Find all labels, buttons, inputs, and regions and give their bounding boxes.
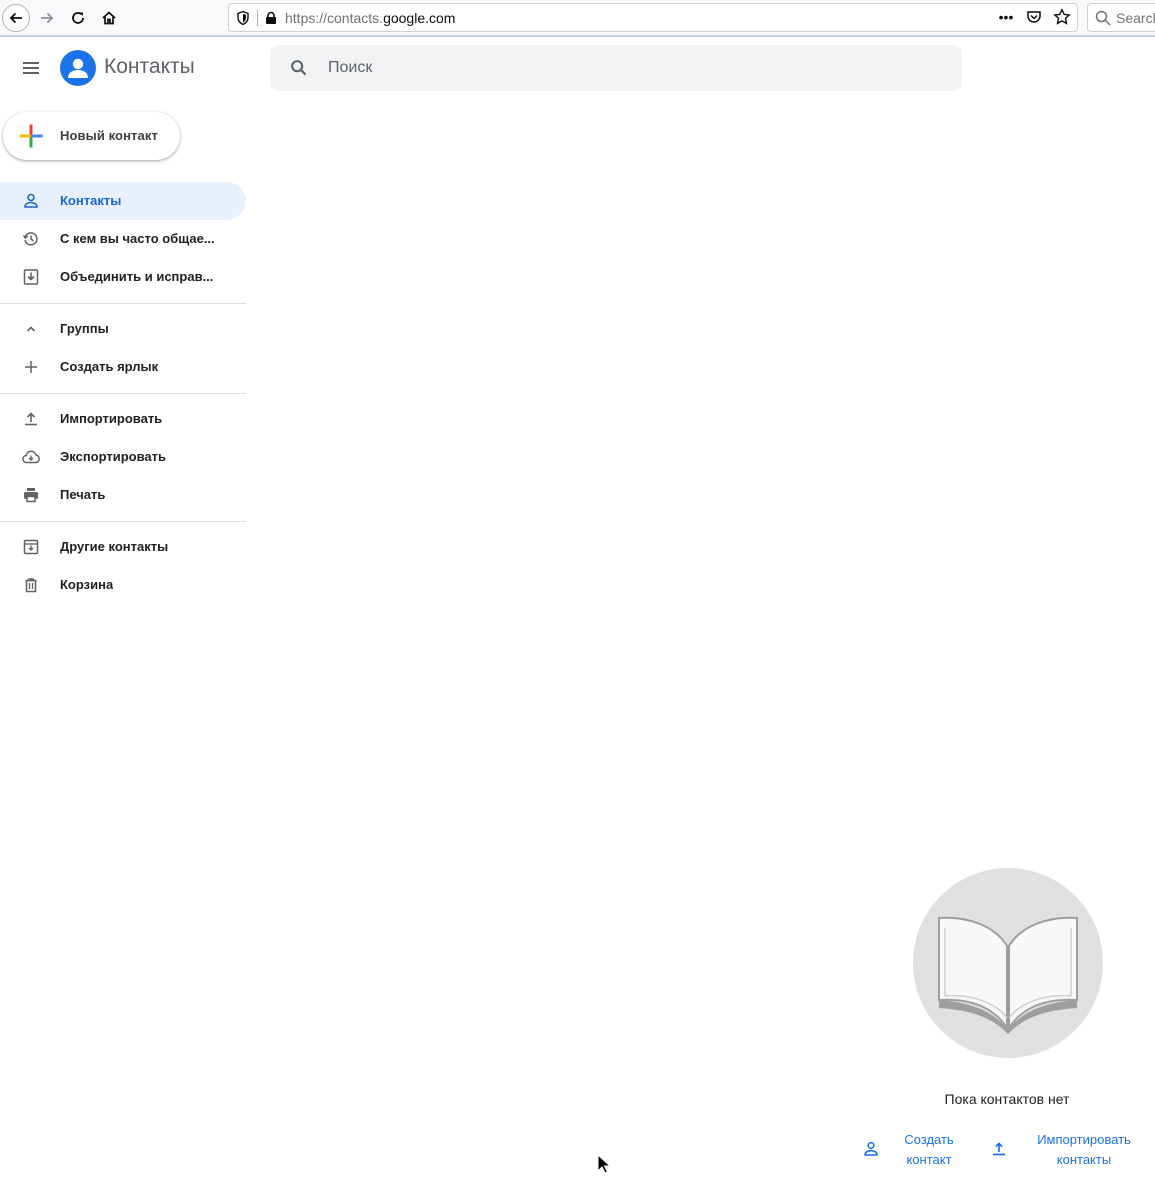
- menu-icon[interactable]: [19, 56, 43, 80]
- history-icon: [22, 232, 38, 246]
- import-contacts-link[interactable]: Импортировать контакты: [990, 1130, 1150, 1170]
- sidebar-divider: [0, 393, 246, 394]
- new-contact-label: Новый контакт: [60, 128, 158, 143]
- sidebar-divider: [0, 303, 246, 304]
- sidebar-item-label: Контакты: [60, 193, 122, 208]
- arrow-right-icon: [41, 12, 54, 24]
- toolbar-accent-line: [0, 36, 1155, 37]
- import-contacts-line2: контакты: [1056, 1152, 1112, 1167]
- search-icon: [291, 60, 307, 76]
- url-prefix: https://contacts.: [285, 9, 384, 26]
- lock-icon[interactable]: [264, 11, 278, 25]
- reload-button[interactable]: [64, 4, 92, 32]
- merge-icon: [23, 269, 39, 285]
- sidebar-item-label: Группы: [60, 321, 109, 336]
- chevron-up-icon: [26, 326, 36, 332]
- sidebar-item-print[interactable]: Печать: [0, 476, 246, 514]
- sidebar-item-import[interactable]: Импортировать: [0, 400, 246, 438]
- cloud-download-icon: [22, 450, 40, 464]
- plus-icon: [25, 361, 37, 373]
- sidebar-item-groups[interactable]: Группы: [0, 310, 246, 348]
- create-contact-label: Создать контакт: [896, 1130, 962, 1170]
- printer-icon: [24, 488, 38, 503]
- sidebar-item-frequent[interactable]: С кем вы часто общае...: [0, 220, 246, 258]
- url-text: https://contacts.google.com: [285, 10, 455, 26]
- browser-search-placeholder: Search: [1116, 9, 1155, 26]
- home-icon: [102, 11, 116, 25]
- create-contact-line1: Создать: [904, 1132, 954, 1147]
- sidebar-item-label: Экспортировать: [60, 449, 167, 464]
- sidebar-item-label: Другие контакты: [60, 539, 169, 554]
- new-contact-button[interactable]: Новый контакт: [3, 112, 180, 160]
- url-domain: google.com: [383, 9, 456, 26]
- app-title: Контакты: [104, 55, 195, 78]
- person-icon: [864, 1141, 878, 1156]
- search-placeholder: Поиск: [328, 59, 373, 76]
- mouse-cursor-icon: [597, 1154, 611, 1174]
- upload-icon: [25, 412, 37, 426]
- sidebar-item-export[interactable]: Экспортировать: [0, 438, 246, 476]
- shield-icon[interactable]: [235, 10, 251, 26]
- sidebar-item-label: Создать ярлык: [60, 359, 159, 374]
- search-icon: [1095, 10, 1111, 26]
- url-separator: [257, 9, 258, 26]
- empty-illustration: [913, 868, 1103, 1058]
- sidebar-item-trash[interactable]: Корзина: [0, 566, 246, 604]
- import-contacts-line1: Импортировать: [1037, 1132, 1131, 1147]
- archive-icon: [23, 539, 39, 555]
- pocket-icon[interactable]: [1025, 7, 1043, 27]
- upload-icon: [993, 1142, 1005, 1156]
- contacts-search-field[interactable]: Поиск: [270, 45, 962, 91]
- sidebar-item-label: Импортировать: [60, 411, 163, 426]
- sidebar-divider: [0, 521, 246, 522]
- sidebar-item-label: Объединить и исправ...: [60, 269, 214, 284]
- colorful-plus-icon: [19, 124, 43, 148]
- back-button[interactable]: [2, 4, 30, 32]
- contacts-logo-icon: [68, 58, 88, 78]
- sidebar-item-label: Корзина: [60, 577, 114, 592]
- sidebar-item-label: Печать: [60, 487, 106, 502]
- sidebar-item-contacts[interactable]: Контакты: [0, 182, 246, 220]
- browser-search-box[interactable]: Search: [1087, 3, 1155, 32]
- sidebar-item-merge[interactable]: Объединить и исправ...: [0, 258, 246, 296]
- create-contact-link[interactable]: Создать контакт: [862, 1130, 972, 1170]
- arrow-left-icon: [9, 12, 22, 24]
- sidebar-item-other-contacts[interactable]: Другие контакты: [0, 528, 246, 566]
- open-book-icon: [938, 916, 1078, 1034]
- browser-toolbar: https://contacts.google.com ••• Search: [0, 0, 1155, 37]
- sidebar-item-create-label[interactable]: Создать ярлык: [0, 348, 246, 386]
- star-icon[interactable]: [1053, 7, 1071, 27]
- more-actions-icon[interactable]: •••: [997, 7, 1015, 27]
- empty-state-message: Пока контактов нет: [944, 1091, 1070, 1107]
- import-contacts-label: Импортировать контакты: [1026, 1130, 1142, 1170]
- sidebar-item-label: С кем вы часто общае...: [60, 231, 215, 246]
- reload-icon: [72, 12, 84, 24]
- url-actions: •••: [997, 7, 1071, 27]
- create-contact-line2: контакт: [906, 1152, 952, 1167]
- person-icon: [24, 193, 38, 208]
- forward-button[interactable]: [33, 4, 61, 32]
- home-button[interactable]: [95, 4, 123, 32]
- url-bar[interactable]: https://contacts.google.com •••: [228, 3, 1078, 32]
- contacts-logo: [60, 50, 96, 86]
- trash-icon: [25, 578, 37, 593]
